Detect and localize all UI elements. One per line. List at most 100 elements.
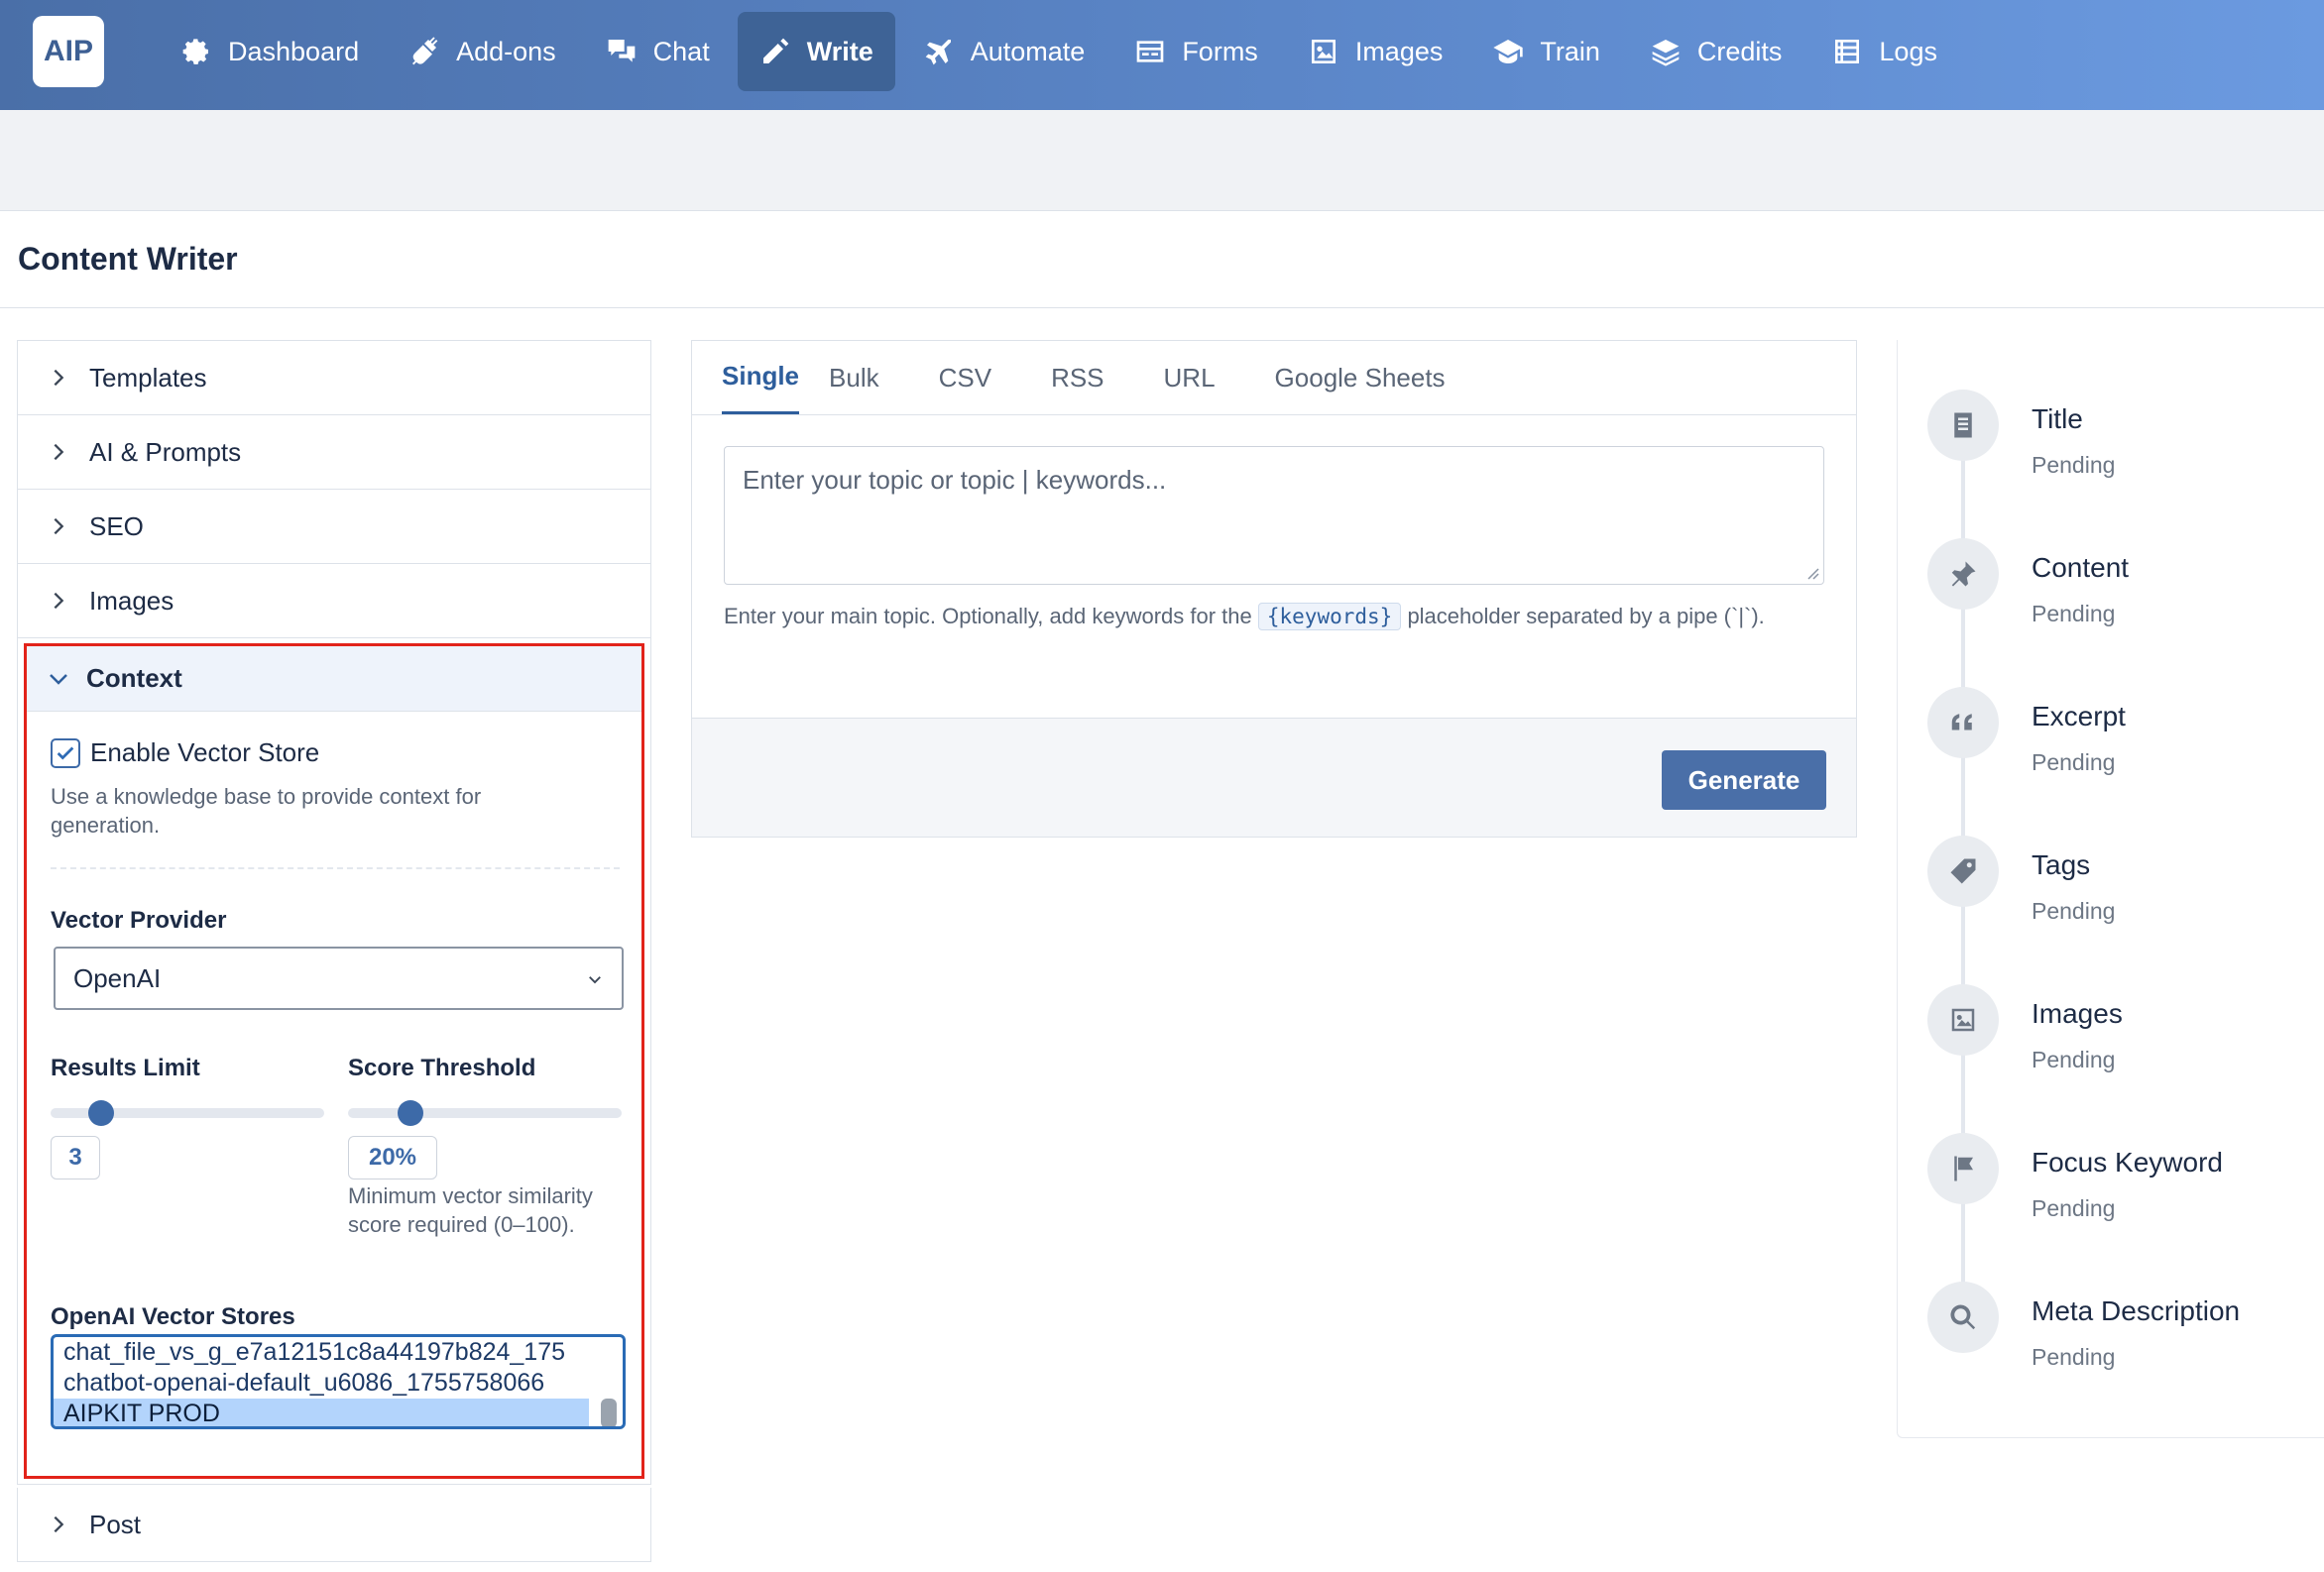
panel-footer: Generate bbox=[692, 718, 1856, 837]
vector-store-option[interactable]: chatbot-openai-default_u6086_1755758066 bbox=[54, 1368, 589, 1399]
nav-label: Logs bbox=[1879, 36, 1937, 66]
mode-tabs: Single Bulk CSV RSS URL Google Sheets bbox=[692, 341, 1856, 415]
accordion-post[interactable]: Post bbox=[17, 1488, 651, 1562]
score-threshold-thumb[interactable] bbox=[398, 1100, 423, 1126]
score-threshold-label: Score Threshold bbox=[348, 1055, 536, 1081]
results-limit-label: Results Limit bbox=[51, 1055, 200, 1081]
divider bbox=[51, 867, 620, 869]
nav-label: Write bbox=[806, 36, 873, 66]
step-status: Pending bbox=[2032, 452, 2116, 478]
nav-item-automate[interactable]: Automate bbox=[901, 12, 1107, 91]
nav-item-add-ons[interactable]: Add-ons bbox=[387, 12, 578, 91]
context-body: Enable Vector Store Use a knowledge base… bbox=[27, 712, 641, 1476]
tag-icon bbox=[1950, 858, 1976, 884]
chevron-right-icon bbox=[54, 443, 64, 461]
vector-provider-label: Vector Provider bbox=[51, 907, 227, 934]
tab-rss[interactable]: RSS bbox=[1051, 341, 1163, 414]
nav-item-dashboard[interactable]: Dashboard bbox=[159, 12, 381, 91]
nav-item-credits[interactable]: Credits bbox=[1628, 12, 1804, 91]
checkmark-icon bbox=[57, 746, 74, 760]
accordion-ai-prompts[interactable]: AI & Prompts bbox=[18, 415, 650, 490]
step-status: Pending bbox=[2032, 601, 2116, 626]
step-circle bbox=[1927, 836, 1999, 907]
nav-item-chat[interactable]: Chat bbox=[584, 12, 732, 91]
vector-store-option[interactable]: AIPKIT PROD bbox=[54, 1399, 589, 1426]
step-circle bbox=[1927, 687, 1999, 758]
nav-item-write[interactable]: Write bbox=[737, 12, 895, 91]
topic-input[interactable]: Enter your topic or topic | keywords... bbox=[724, 446, 1824, 585]
progress-panel: Title Pending Content Pending Excerpt Pe… bbox=[1897, 340, 2324, 1438]
accordion-label: Post bbox=[89, 1509, 142, 1539]
topic-hint: Enter your main topic. Optionally, add k… bbox=[724, 601, 1824, 632]
nav-label: Images bbox=[1354, 36, 1444, 66]
accordion-images[interactable]: Images bbox=[18, 564, 650, 638]
results-limit-thumb[interactable] bbox=[87, 1100, 114, 1126]
tab-csv[interactable]: CSV bbox=[939, 341, 1051, 414]
nav-label: Train bbox=[1540, 36, 1600, 66]
image-icon bbox=[1311, 40, 1336, 63]
chevron-right-icon bbox=[54, 517, 64, 535]
hint-text: placeholder separated by a pipe (`|`). bbox=[1407, 604, 1765, 628]
step-title: Content bbox=[2032, 552, 2130, 583]
accordion-label: Templates bbox=[89, 362, 207, 393]
step-status: Pending bbox=[2032, 1047, 2116, 1072]
accordion-seo[interactable]: SEO bbox=[18, 490, 650, 564]
scrollbar[interactable] bbox=[601, 1399, 617, 1426]
results-limit-slider[interactable] bbox=[51, 1100, 324, 1126]
step-title: Title bbox=[2032, 403, 2083, 434]
accordion-label: SEO bbox=[89, 510, 144, 541]
nav-label: Credits bbox=[1696, 36, 1783, 66]
header-band bbox=[0, 110, 2324, 211]
enable-vector-store-checkbox[interactable] bbox=[51, 737, 80, 768]
topic-placeholder: Enter your topic or topic | keywords... bbox=[743, 465, 1167, 495]
chevron-right-icon bbox=[54, 592, 64, 610]
progress-step-tags: Tags Pending bbox=[1927, 836, 2324, 954]
tab-single[interactable]: Single bbox=[722, 341, 800, 414]
nav-label: Dashboard bbox=[228, 36, 360, 66]
plane-icon bbox=[925, 40, 951, 65]
step-status: Pending bbox=[2032, 749, 2116, 775]
accordion-label: AI & Prompts bbox=[89, 436, 242, 467]
step-circle bbox=[1927, 538, 1999, 610]
accordion-label: Context bbox=[86, 663, 182, 693]
accordion-templates[interactable]: Templates bbox=[18, 341, 650, 415]
top-navigation: AIP Dashboard Add-ons Chat Write Automat… bbox=[0, 0, 2324, 110]
vector-stores-listbox[interactable]: chat_file_vs_g_e7a12151c8a44197b824_175 … bbox=[51, 1334, 626, 1429]
title-bar: Content Writer bbox=[0, 211, 2324, 308]
graduation-icon bbox=[1493, 40, 1524, 63]
progress-step-content: Content Pending bbox=[1927, 538, 2324, 657]
progress-step-focus-keyword: Focus Keyword Pending bbox=[1927, 1133, 2324, 1252]
generate-button[interactable]: Generate bbox=[1662, 750, 1826, 810]
nav-label: Forms bbox=[1182, 36, 1258, 66]
nav-item-logs[interactable]: Logs bbox=[1809, 12, 1959, 91]
accordion-label: Images bbox=[89, 585, 174, 616]
nav-item-images[interactable]: Images bbox=[1286, 12, 1465, 91]
accordion-context[interactable]: Context bbox=[27, 646, 641, 712]
results-limit-value: 3 bbox=[51, 1136, 100, 1179]
app-logo[interactable]: AIP bbox=[33, 16, 104, 87]
enable-vector-store-label: Enable Vector Store bbox=[90, 737, 320, 767]
step-circle bbox=[1927, 1282, 1999, 1353]
nav-label: Add-ons bbox=[456, 36, 556, 66]
tab-url[interactable]: URL bbox=[1164, 341, 1275, 414]
score-threshold-slider[interactable] bbox=[348, 1100, 622, 1126]
vector-provider-select[interactable]: OpenAI bbox=[54, 947, 624, 1010]
tab-bulk[interactable]: Bulk bbox=[829, 341, 939, 414]
progress-step-excerpt: Excerpt Pending bbox=[1927, 687, 2324, 806]
vector-store-option[interactable]: chat_file_vs_g_e7a12151c8a44197b824_175 bbox=[54, 1337, 589, 1368]
form-icon bbox=[1136, 41, 1164, 62]
step-circle bbox=[1927, 984, 1999, 1056]
quote-icon bbox=[1951, 714, 1972, 730]
step-status: Pending bbox=[2032, 898, 2116, 924]
vector-provider-value: OpenAI bbox=[73, 962, 162, 993]
step-title: Images bbox=[2032, 998, 2123, 1029]
nav-label: Automate bbox=[970, 36, 1086, 66]
chevron-down-icon bbox=[589, 976, 601, 984]
pencil-icon bbox=[762, 38, 789, 63]
nav-item-forms[interactable]: Forms bbox=[1112, 12, 1280, 91]
tab-google-sheets[interactable]: Google Sheets bbox=[1275, 341, 1475, 414]
flag-icon bbox=[1954, 1156, 1973, 1181]
resize-handle-icon[interactable] bbox=[1805, 566, 1819, 580]
hint-text: Enter your main topic. Optionally, add k… bbox=[724, 604, 1252, 628]
nav-item-train[interactable]: Train bbox=[1470, 12, 1622, 91]
